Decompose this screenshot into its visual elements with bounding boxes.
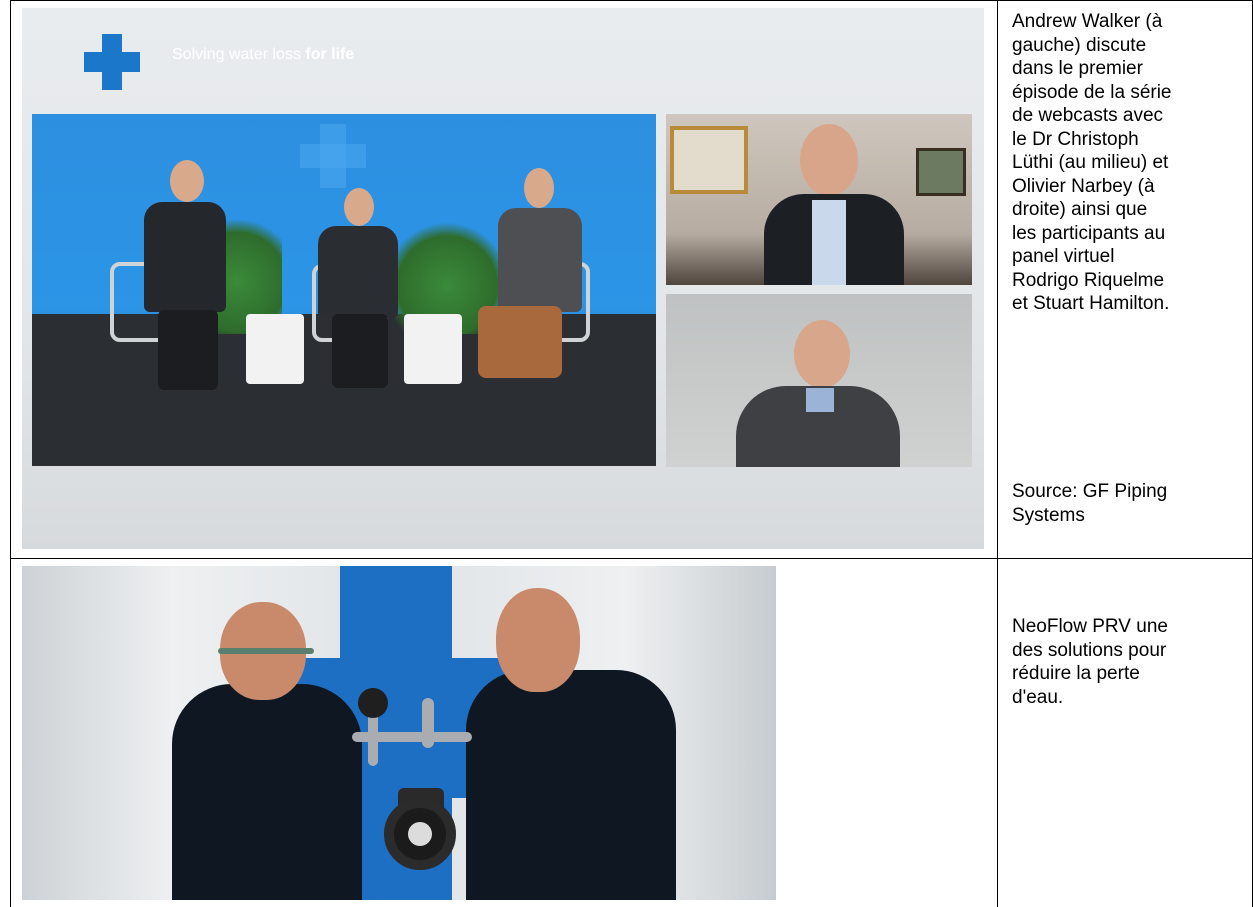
table-column-divider [997,0,998,907]
virtual-panelist-1 [666,114,972,285]
webcast-tagline: Solving water loss for life [172,46,355,63]
engineer-right [466,670,676,900]
webcast-photo: Solving water loss for life [22,8,984,549]
photo-caption-neoflow: NeoFlow PRV une des solutions pour rédui… [1012,616,1168,708]
neoflow-prv-photo [22,566,776,900]
photo-caption-webcast: Andrew Walker (à gauche) discute dans le… [1012,11,1172,314]
table-row-divider [10,558,1253,559]
photo-source-credit: Source: GF Piping Systems [1012,481,1168,526]
engineer-left [172,684,362,900]
table-top-border [10,0,1253,1]
table-left-border [10,0,11,907]
studio-panel-image [32,114,656,466]
gf-cross-logo [84,34,140,90]
virtual-panelist-2 [666,294,972,467]
